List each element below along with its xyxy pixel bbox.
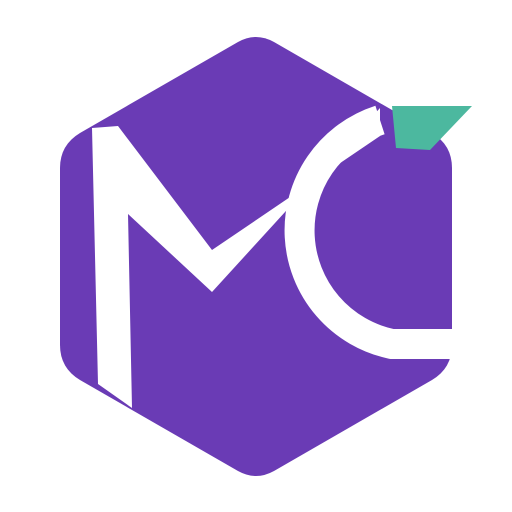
logo-canvas <box>0 0 512 512</box>
accent-triangle <box>392 106 472 150</box>
mc-hexagon-logo <box>60 37 472 476</box>
